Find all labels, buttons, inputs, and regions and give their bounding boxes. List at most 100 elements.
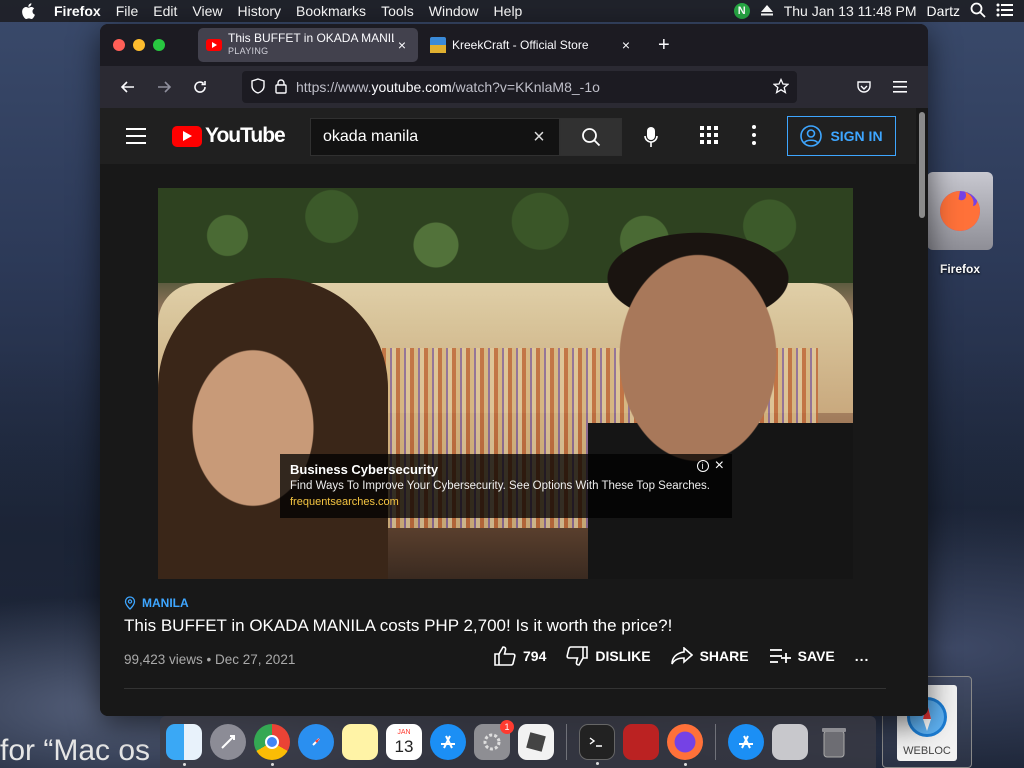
menu-help[interactable]: Help [494,3,523,19]
close-window-button[interactable] [113,39,125,51]
pocket-icon[interactable] [848,71,880,103]
search-button[interactable] [560,118,622,156]
menu-tools[interactable]: Tools [381,3,414,19]
account-icon [800,125,823,147]
url-bar[interactable]: https://www.youtube.com/watch?v=KKnlaM8_… [242,71,797,103]
url-host: youtube.com [371,79,452,95]
dock-firefox-icon[interactable] [667,724,703,766]
dock-separator [715,724,716,760]
youtube-favicon-icon [206,37,222,53]
video-frame-person-right [588,218,853,579]
spotlight-icon[interactable] [970,2,986,21]
youtube-play-icon [172,125,202,147]
tab-kreekcraft-store[interactable]: KreekCraft - Official Store × [422,28,642,62]
meta-divider [124,688,886,689]
save-button[interactable]: SAVE [769,648,835,664]
dock-launchpad-icon[interactable] [210,724,246,760]
tab-playing-label: PLAYING [228,46,269,56]
menu-file[interactable]: File [116,3,139,19]
youtube-wordmark: YouTube [205,124,286,147]
lock-icon[interactable] [274,78,288,97]
page-scrollbar[interactable] [916,108,928,716]
share-button[interactable]: SHARE [670,647,749,665]
dock-safari-icon[interactable] [298,724,334,760]
youtube-logo[interactable]: YouTube [172,124,286,148]
calendar-month: JAN [397,729,411,736]
bookmark-star-icon[interactable] [772,77,790,97]
search-input[interactable]: okada manila × [310,118,560,156]
search-query[interactable]: okada manila [323,128,519,146]
apple-icon[interactable] [20,3,36,19]
ad-url[interactable]: frequentsearches.com [290,496,722,508]
menubar: Firefox File Edit View History Bookmarks… [0,0,1024,22]
dock-app-store-folder-icon[interactable] [728,724,764,760]
back-button[interactable] [112,71,144,103]
clear-search-icon[interactable]: × [519,126,559,149]
control-center-icon[interactable] [996,3,1014,20]
forward-button[interactable] [148,71,180,103]
menu-window[interactable]: Window [429,3,479,19]
menu-history[interactable]: History [237,3,281,19]
menu-bookmarks[interactable]: Bookmarks [296,3,366,19]
eject-icon[interactable] [760,3,774,19]
like-button[interactable]: 794 [494,646,546,666]
share-arrow-icon [670,647,693,665]
n-status-icon[interactable]: N [733,3,750,19]
video-title: This BUFFET in OKADA MANILA costs PHP 2,… [124,616,673,635]
dock-calendar-icon[interactable]: JAN 13 [386,724,422,760]
more-actions-button[interactable]: ... [855,648,870,664]
ad-close-icon[interactable]: × [715,458,724,474]
tracking-shield-icon[interactable] [250,77,266,97]
dock-app-store-icon[interactable] [430,724,466,760]
zoom-window-button[interactable] [153,39,165,51]
minimize-window-button[interactable] [133,39,145,51]
settings-more-icon[interactable] [751,124,757,151]
video-player[interactable]: Business Cybersecurity Find Ways To Impr… [158,188,853,579]
view-count-date: 99,423 views • Dec 27, 2021 [124,652,296,667]
url-path: /watch?v=KKnlaM8_-1o [451,79,600,95]
desktop-firefox-drive[interactable]: Firefox [926,172,994,276]
reload-button[interactable] [184,71,216,103]
dock-chrome-icon[interactable] [254,724,290,766]
overlay-ad[interactable]: Business Cybersecurity Find Ways To Impr… [280,454,732,518]
menu-app-name[interactable]: Firefox [54,3,101,19]
dock-trash-icon[interactable] [816,724,852,760]
menu-view[interactable]: View [192,3,222,19]
sign-in-button[interactable]: SIGN IN [787,116,896,156]
menu-edit[interactable]: Edit [153,3,177,19]
dock-photo-booth-icon[interactable] [623,724,659,760]
new-tab-button[interactable]: + [658,34,670,57]
tab-bar: This BUFFET in OKADA MANILA PLAYING × Kr… [100,24,928,66]
apps-grid-icon[interactable] [700,126,718,149]
user-name[interactable]: Dartz [927,3,960,19]
dock-downloads-icon[interactable] [772,724,808,760]
clock[interactable]: Thu Jan 13 11:48 PM [784,3,917,19]
dock-finder-icon[interactable] [166,724,202,766]
ad-info-icon[interactable]: i [696,460,709,472]
playlist-add-icon [769,649,791,663]
dock-notes-icon[interactable] [342,724,378,760]
scrollbar-thumb[interactable] [919,112,925,218]
thumbs-up-icon [494,646,516,666]
dock-terminal-icon[interactable] [579,724,615,765]
app-menu-icon[interactable] [884,71,916,103]
ad-title[interactable]: Business Cybersecurity [290,462,722,477]
firefox-drive-label: Firefox [939,262,980,276]
firefox-window: This BUFFET in OKADA MANILA PLAYING × Kr… [100,24,928,716]
nav-toolbar: https://www.youtube.com/watch?v=KKnlaM8_… [100,66,928,108]
guide-menu-icon[interactable] [126,128,146,144]
voice-search-button[interactable] [634,120,668,154]
url-prefix: https://www. [296,79,372,95]
dock-separator [566,724,567,760]
location-link[interactable]: MANILA [124,596,894,610]
location-pin-icon [124,596,136,610]
tab-close-button[interactable]: × [618,37,634,53]
url-text[interactable]: https://www.youtube.com/watch?v=KKnlaM8_… [296,79,765,95]
tab-close-button[interactable]: × [394,37,410,53]
tab-youtube-video[interactable]: This BUFFET in OKADA MANILA PLAYING × [198,28,418,62]
video-actions: 794 DISLIKE SHARE SAVE ... [494,646,869,666]
prefs-badge: 1 [500,720,514,734]
dock-roblox-icon[interactable] [518,724,554,760]
dock-system-prefs-icon[interactable]: 1 [474,720,514,760]
dislike-button[interactable]: DISLIKE [566,646,651,666]
